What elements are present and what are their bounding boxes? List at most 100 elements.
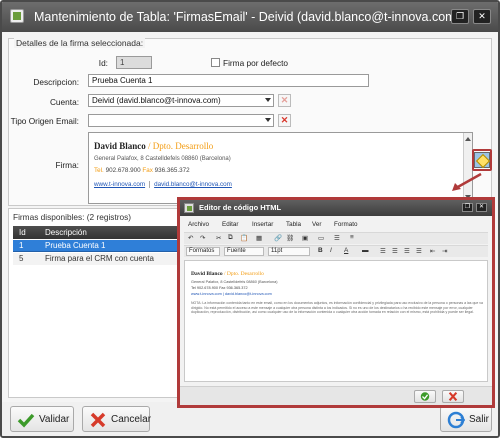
default-label: Firma por defecto xyxy=(223,58,289,68)
row-description: Prueba Cuenta 1 xyxy=(45,241,106,250)
restore-icon[interactable]: ❐ xyxy=(451,9,469,24)
menu-formato[interactable]: Formato xyxy=(334,221,357,228)
highlight-icon[interactable]: ▬ xyxy=(362,247,369,256)
editor-signature-phone: Tel 902.678.900 Fax 936.365.372 xyxy=(191,286,248,290)
restore-icon[interactable]: ❐ xyxy=(462,203,473,212)
unlink-icon[interactable]: ⛓ xyxy=(286,234,294,243)
menu-ver[interactable]: Ver xyxy=(312,221,321,228)
close-icon[interactable]: ✕ xyxy=(476,203,487,212)
popup-ok-button[interactable] xyxy=(414,390,436,403)
column-header-description[interactable]: Descripción xyxy=(45,228,87,237)
account-value: Deivid (david.blanco@t-innova.com) xyxy=(92,96,221,105)
paste-icon[interactable]: 📋 xyxy=(240,234,248,243)
account-select[interactable]: Deivid (david.blanco@t-innova.com) xyxy=(88,94,274,107)
html-editor-content[interactable]: David Blanco / Dpto. Desarrollo General … xyxy=(184,260,488,382)
window-title: Mantenimiento de Tabla: 'FirmasEmail' - … xyxy=(34,10,460,24)
row-id: 1 xyxy=(19,241,24,250)
scroll-up-icon[interactable] xyxy=(465,137,471,141)
menu-insertar[interactable]: Insertar xyxy=(252,221,273,228)
editor-legal-note: NOTA: La información contenida tanto en … xyxy=(191,301,483,315)
check-icon xyxy=(420,392,430,401)
menu-editar[interactable]: Editar xyxy=(222,221,238,228)
formats-select[interactable]: Formatos xyxy=(186,247,220,256)
app-icon xyxy=(10,9,24,23)
cross-icon xyxy=(90,412,106,428)
cut-icon[interactable]: ✂ xyxy=(216,234,221,243)
default-checkbox[interactable] xyxy=(211,58,220,67)
menu-tabla[interactable]: Tabla xyxy=(286,221,301,228)
menu-archivo[interactable]: Archivo xyxy=(188,221,209,228)
row-description: Firma para el CRM con cuenta xyxy=(45,254,154,263)
exit-button[interactable]: Salir xyxy=(440,406,492,432)
validate-label: Validar xyxy=(39,414,70,425)
origin-select[interactable] xyxy=(88,114,274,127)
description-label: Descripcion: xyxy=(33,77,79,87)
bold-icon[interactable]: B xyxy=(318,247,323,256)
validate-button[interactable]: Validar xyxy=(10,406,74,432)
numbered-list-icon[interactable]: ≡ xyxy=(350,234,354,243)
signature-phone-line: Tel. 902.678.900 Fax 936.365.372 xyxy=(94,167,190,174)
exit-label: Salir xyxy=(469,414,490,425)
font-select[interactable]: Fuente xyxy=(224,247,264,256)
signature-label: Firma: xyxy=(55,160,79,170)
bullet-list-icon[interactable]: ☰ xyxy=(334,234,340,243)
popup-footer xyxy=(180,386,492,405)
signature-name-line: David Blanco / Dpto. Desarrollo xyxy=(94,141,214,151)
signature-address: General Palafox, 8 Castelldefels 08860 (… xyxy=(94,156,231,162)
callout-arrow-icon xyxy=(452,172,482,191)
cancel-button[interactable]: Cancelar xyxy=(82,406,152,432)
table-icon[interactable]: ▦ xyxy=(256,234,262,243)
cross-icon xyxy=(448,391,458,402)
popup-title: Editor de código HTML xyxy=(199,203,282,212)
id-label: Id: xyxy=(98,58,108,68)
align-center-icon[interactable]: ☰ xyxy=(392,247,398,256)
signature-name: David Blanco xyxy=(94,141,146,151)
description-field[interactable]: Prueba Cuenta 1 xyxy=(88,74,369,87)
editor-app-icon xyxy=(184,203,194,213)
outdent-icon[interactable]: ⇤ xyxy=(430,247,435,256)
account-label: Cuenta: xyxy=(49,97,79,107)
row-id: 5 xyxy=(19,254,24,263)
signature-email-link[interactable]: david.blanco@t-innova.com xyxy=(154,181,232,188)
column-header-id[interactable]: Id xyxy=(19,228,26,237)
clear-account-icon[interactable]: ✕ xyxy=(278,94,291,107)
popup-title-bar: Editor de código HTML ❐ ✕ xyxy=(180,200,492,216)
chevron-down-icon xyxy=(265,118,271,122)
exit-icon xyxy=(447,411,465,429)
redo-icon[interactable]: ↷ xyxy=(200,234,205,243)
indent-icon[interactable]: ⇥ xyxy=(442,247,447,256)
align-right-icon[interactable]: ☰ xyxy=(404,247,410,256)
cancel-label: Cancelar xyxy=(111,414,152,425)
text-color-icon[interactable]: A xyxy=(344,247,348,256)
editor-signature-links[interactable]: www.t-innova.com | david.blanco@t-innova… xyxy=(191,292,272,296)
signature-links: www.t-innova.com david.blanco@t-innova.co… xyxy=(94,181,232,188)
link-icon[interactable]: 🔗 xyxy=(274,234,282,243)
title-bar: Mantenimiento de Tabla: 'FirmasEmail' - … xyxy=(2,2,498,32)
undo-icon[interactable]: ↶ xyxy=(188,234,193,243)
main-window: Mantenimiento de Tabla: 'FirmasEmail' - … xyxy=(0,0,500,438)
popup-cancel-button[interactable] xyxy=(442,390,464,403)
signature-scrollbar[interactable] xyxy=(463,133,472,203)
signature-web-link[interactable]: www.t-innova.com xyxy=(94,181,145,188)
close-icon[interactable]: ✕ xyxy=(473,9,491,24)
copy-icon[interactable]: ⧉ xyxy=(228,234,233,243)
editor-toolbar-2: Formatos Fuente 11pt B I A ▬ ☰ ☰ ☰ ☰ ⇤ ⇥ xyxy=(184,245,488,257)
signature-preview[interactable]: David Blanco / Dpto. Desarrollo General … xyxy=(88,132,473,204)
editor-menubar: Archivo Editar Insertar Tabla Ver Format… xyxy=(184,219,488,231)
italic-icon[interactable]: I xyxy=(330,247,332,256)
list-caption: Firmas disponibles: (2 registros) xyxy=(13,212,132,222)
image-icon[interactable]: ▣ xyxy=(302,234,308,243)
id-field[interactable]: 1 xyxy=(116,56,152,69)
justify-icon[interactable]: ☰ xyxy=(416,247,422,256)
origin-label: Tipo Origen Email: xyxy=(10,116,79,126)
editor-toolbar-1: ↶ ↷ ✂ ⧉ 📋 ▦ 🔗 ⛓ ▣ ▭ ☰ ≡ xyxy=(184,232,488,244)
chevron-down-icon xyxy=(265,98,271,102)
details-legend: Detalles de la firma seleccionada: xyxy=(14,38,146,48)
edit-icon-highlight xyxy=(472,149,492,171)
check-icon xyxy=(17,413,35,428)
size-select[interactable]: 11pt xyxy=(268,247,310,256)
editor-signature-name: David Blanco / Dpto. Desarrollo xyxy=(191,271,264,277)
media-icon[interactable]: ▭ xyxy=(318,234,324,243)
align-left-icon[interactable]: ☰ xyxy=(380,247,386,256)
clear-origin-icon[interactable]: ✕ xyxy=(278,114,291,127)
